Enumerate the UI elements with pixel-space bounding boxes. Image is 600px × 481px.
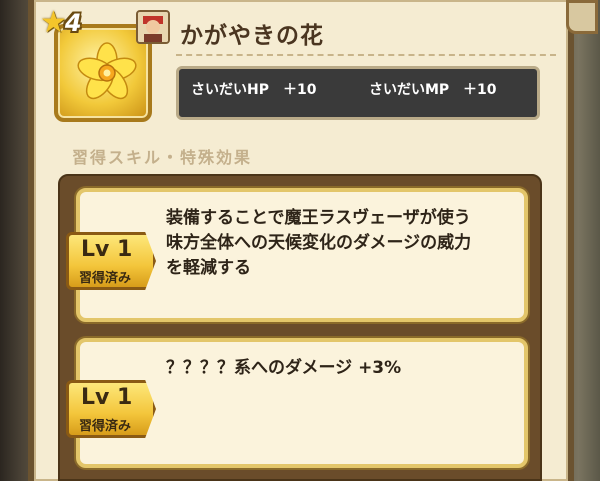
stat-value: ＋10 [463, 82, 497, 98]
title-divider [176, 54, 556, 56]
stat-label: さいだいHP [191, 82, 269, 98]
rarity-number: 4 [64, 9, 82, 37]
stat-value: ＋10 [283, 82, 317, 98]
stat-hp: さいだいHP ＋10 [191, 79, 316, 99]
corner-ornament [566, 0, 598, 34]
stats-box: さいだいHP ＋10 さいだいMP ＋10 [176, 66, 540, 120]
skill-line: 装備することで魔王ラスヴェーザが使う [166, 208, 471, 228]
section-title: 習得スキル・特殊効果 [72, 148, 253, 167]
flower-icon [77, 42, 137, 100]
character-portrait-icon [138, 12, 168, 42]
rarity-badge: ★ 4 [40, 6, 110, 40]
level-badge: Lv 1 習得済み [66, 232, 156, 290]
character-avatar [136, 10, 170, 44]
skill-line: ？？？？系へのダメージ +3% [166, 358, 402, 378]
item-name: かがやきの花 [180, 23, 324, 49]
skill-line: 味方全体への天候変化のダメージの威力 [166, 233, 472, 253]
level-badge: Lv 1 習得済み [66, 380, 156, 438]
level-label: Lv 1 [81, 237, 133, 262]
skill-description: ？？？？系へのダメージ +3% [166, 356, 590, 381]
star-icon: ★ [40, 5, 67, 40]
skill-line: を軽減する [166, 258, 251, 278]
stat-mp: さいだいMP ＋10 [369, 79, 496, 99]
stat-label: さいだいMP [369, 82, 450, 98]
learned-status: 習得済み [79, 271, 132, 286]
skill-description: 装備することで魔王ラスヴェーザが使う 味方全体への天候変化のダメージの威力 を軽… [166, 206, 590, 281]
learned-status: 習得済み [79, 419, 132, 434]
level-label: Lv 1 [81, 385, 133, 410]
